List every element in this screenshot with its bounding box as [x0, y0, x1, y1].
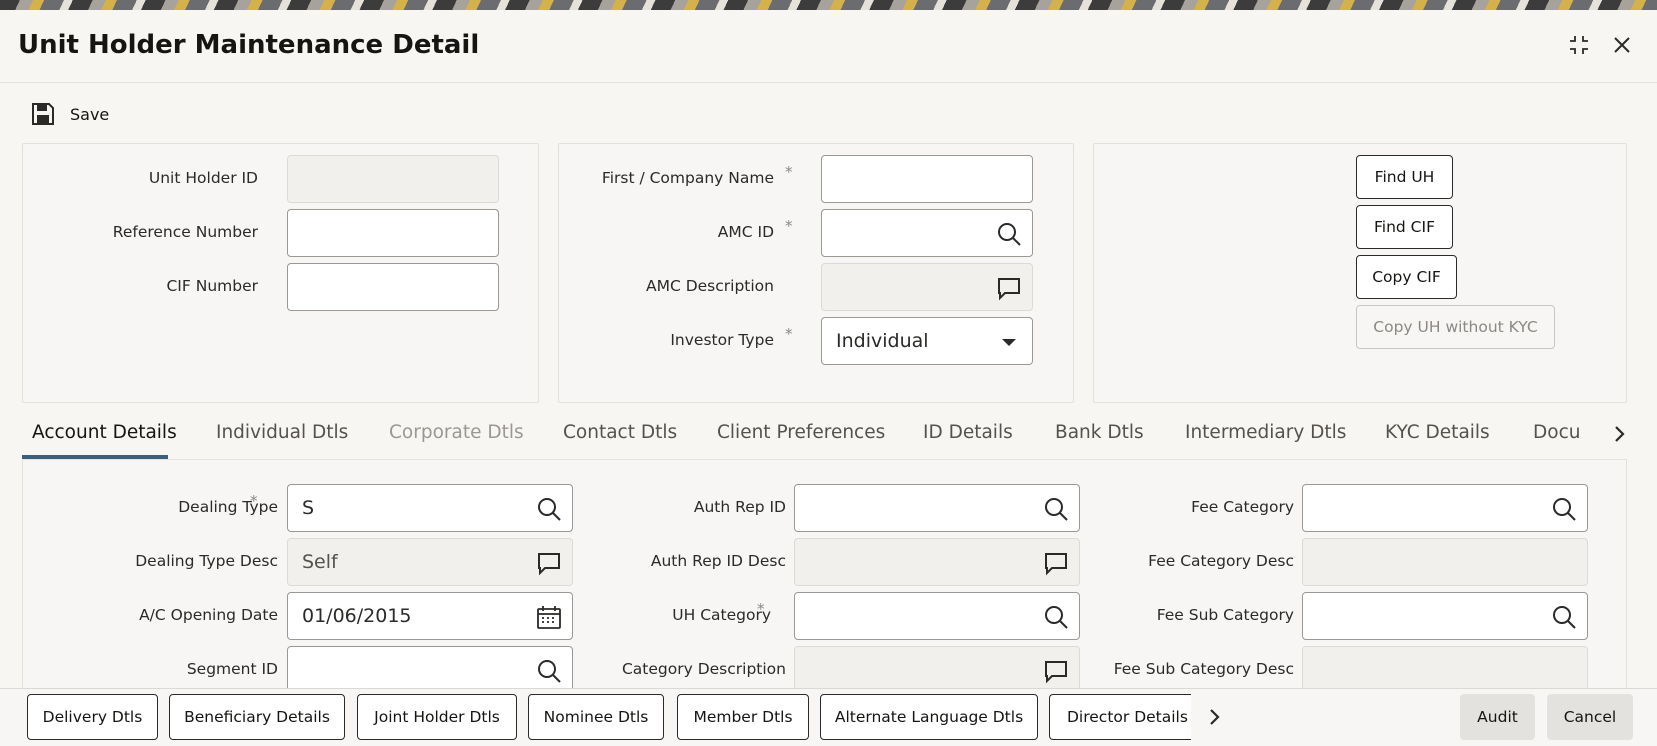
fee-sub-category-desc-field — [1302, 646, 1588, 694]
dealing-type-desc-value: Self — [302, 551, 338, 573]
tab-documents[interactable]: Docu — [1533, 422, 1605, 443]
search-icon[interactable] — [1043, 604, 1069, 630]
collapse-icon[interactable] — [1564, 30, 1594, 60]
header-panel-left: Unit Holder ID Reference Number CIF Numb… — [22, 143, 539, 403]
comment-icon[interactable] — [536, 550, 562, 576]
auth-rep-id-field[interactable] — [794, 484, 1080, 532]
alternate-language-dtls-button[interactable]: Alternate Language Dtls — [820, 694, 1038, 740]
header-divider — [0, 82, 1657, 83]
fee-sub-category-desc-label: Fee Sub Category Desc — [1113, 660, 1294, 678]
dropdown-arrow-icon — [996, 329, 1022, 355]
first-company-name-label: First / Company Name — [601, 169, 774, 187]
dealing-type-label: Dealing Type — [178, 498, 278, 516]
save-label: Save — [70, 104, 110, 124]
comment-icon[interactable] — [1043, 550, 1069, 576]
fee-category-desc-label: Fee Category Desc — [1148, 552, 1294, 570]
audit-button[interactable]: Audit — [1460, 694, 1535, 740]
fee-category-label: Fee Category — [1191, 498, 1294, 516]
account-details-panel: Dealing Type * S Dealing Type Desc Self … — [22, 460, 1627, 694]
tab-id-details[interactable]: ID Details — [923, 422, 1013, 443]
amc-id-field[interactable] — [821, 209, 1033, 257]
tab-corporate-dtls[interactable]: Corporate Dtls — [389, 422, 524, 443]
active-tab-indicator — [22, 455, 168, 459]
chevron-right-icon[interactable] — [1607, 422, 1631, 446]
fee-sub-category-label: Fee Sub Category — [1156, 606, 1294, 624]
unit-holder-id-field — [287, 155, 499, 203]
ac-opening-date-label: A/C Opening Date — [139, 606, 278, 624]
amc-description-label: AMC Description — [645, 277, 774, 295]
segment-id-field[interactable] — [287, 646, 573, 694]
joint-holder-dtls-button[interactable]: Joint Holder Dtls — [357, 694, 517, 740]
tab-intermediary-dtls[interactable]: Intermediary Dtls — [1185, 422, 1346, 443]
fee-category-field[interactable] — [1302, 484, 1588, 532]
required-marker: * — [757, 600, 765, 618]
investor-type-select[interactable]: Individual — [821, 317, 1033, 365]
segment-id-label: Segment ID — [186, 660, 278, 678]
ac-opening-date-field[interactable]: 01/06/2015 — [287, 592, 573, 640]
header-panel-middle: First / Company Name * AMC ID * AMC Desc… — [558, 143, 1074, 403]
cif-number-label: CIF Number — [166, 277, 258, 295]
tab-account-details[interactable]: Account Details — [32, 422, 177, 443]
cif-number-field[interactable] — [287, 263, 499, 311]
footer-bar: Delivery Dtls Beneficiary Details Joint … — [0, 688, 1657, 746]
fee-sub-category-field[interactable] — [1302, 592, 1588, 640]
reference-number-field[interactable] — [287, 209, 499, 257]
nominee-dtls-button[interactable]: Nominee Dtls — [528, 694, 664, 740]
search-icon[interactable] — [1551, 496, 1577, 522]
copy-uh-without-kyc-button[interactable]: Copy UH without KYC — [1356, 305, 1555, 349]
page-title: Unit Holder Maintenance Detail — [18, 30, 480, 60]
copy-cif-button[interactable]: Copy CIF — [1356, 255, 1457, 299]
category-description-field — [794, 646, 1080, 694]
auth-rep-id-label: Auth Rep ID — [693, 498, 786, 516]
dealing-type-field[interactable]: S — [287, 484, 573, 532]
comment-icon[interactable] — [996, 275, 1022, 301]
dealing-type-desc-label: Dealing Type Desc — [135, 552, 278, 570]
director-details-button[interactable]: Director Details — [1049, 694, 1191, 740]
find-cif-button[interactable]: Find CIF — [1356, 205, 1453, 249]
tab-client-preferences[interactable]: Client Preferences — [717, 422, 885, 443]
search-icon[interactable] — [1043, 496, 1069, 522]
amc-description-field — [821, 263, 1033, 311]
unit-holder-id-label: Unit Holder ID — [148, 169, 258, 187]
auth-rep-id-desc-label: Auth Rep ID Desc — [650, 552, 786, 570]
required-marker: * — [785, 217, 793, 235]
first-company-name-field[interactable] — [821, 155, 1033, 203]
tab-bank-dtls[interactable]: Bank Dtls — [1055, 422, 1144, 443]
auth-rep-id-desc-field — [794, 538, 1080, 586]
required-marker: * — [785, 163, 793, 181]
comment-icon[interactable] — [1043, 658, 1069, 684]
reference-number-label: Reference Number — [112, 223, 258, 241]
ac-opening-date-value: 01/06/2015 — [302, 605, 412, 627]
header-panel-right: Find UH Find CIF Copy CIF Copy UH withou… — [1093, 143, 1627, 403]
search-icon[interactable] — [996, 221, 1022, 247]
find-uh-button[interactable]: Find UH — [1356, 155, 1453, 199]
tab-kyc-details[interactable]: KYC Details — [1385, 422, 1490, 443]
uh-category-field[interactable] — [794, 592, 1080, 640]
tab-bar: Account Details Individual Dtls Corporat… — [22, 410, 1627, 460]
save-icon — [32, 103, 54, 125]
cancel-button[interactable]: Cancel — [1547, 694, 1633, 740]
tab-individual-dtls[interactable]: Individual Dtls — [216, 422, 348, 443]
dealing-type-desc-field: Self — [287, 538, 573, 586]
search-icon[interactable] — [536, 658, 562, 684]
investor-type-value: Individual — [836, 330, 929, 352]
dealing-type-value: S — [302, 497, 315, 519]
tab-contact-dtls[interactable]: Contact Dtls — [563, 422, 677, 443]
category-description-label: Category Description — [621, 660, 786, 678]
beneficiary-details-button[interactable]: Beneficiary Details — [169, 694, 345, 740]
required-marker: * — [250, 492, 258, 510]
delivery-dtls-button[interactable]: Delivery Dtls — [27, 694, 158, 740]
calendar-icon[interactable] — [536, 604, 562, 630]
save-button[interactable]: Save — [30, 100, 109, 128]
chevron-right-icon[interactable] — [1202, 705, 1226, 729]
investor-type-label: Investor Type — [670, 331, 774, 349]
search-icon[interactable] — [1551, 604, 1577, 630]
amc-id-label: AMC ID — [717, 223, 774, 241]
search-icon[interactable] — [536, 496, 562, 522]
required-marker: * — [785, 325, 793, 343]
decorative-banner — [0, 0, 1657, 10]
close-icon[interactable] — [1607, 30, 1637, 60]
fee-category-desc-field — [1302, 538, 1588, 586]
member-dtls-button[interactable]: Member Dtls — [677, 694, 809, 740]
